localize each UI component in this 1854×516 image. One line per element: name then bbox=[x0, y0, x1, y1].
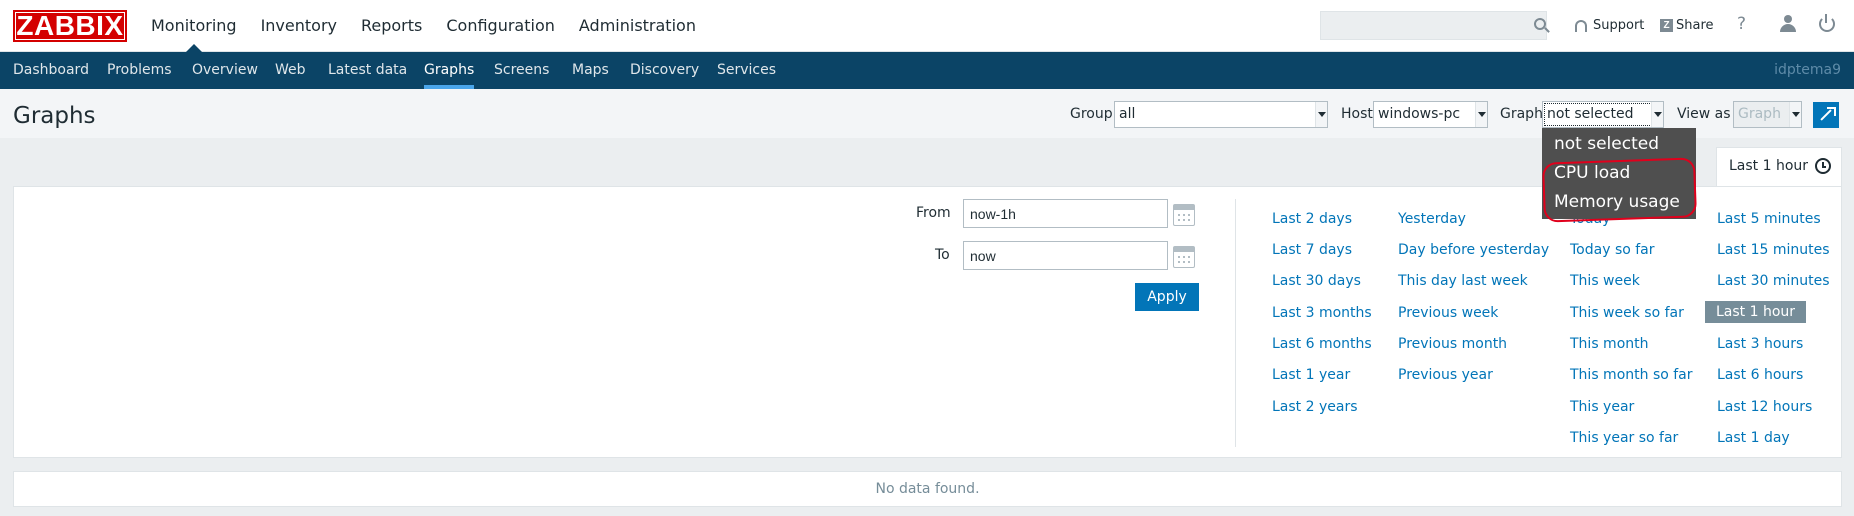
calendar-icon[interactable] bbox=[1173, 246, 1195, 268]
quick-range-link[interactable]: Previous year bbox=[1398, 367, 1493, 383]
subnav-services[interactable]: Services bbox=[717, 52, 776, 89]
subnav-screens[interactable]: Screens bbox=[494, 52, 549, 89]
user-profile-icon[interactable] bbox=[1780, 15, 1796, 33]
chevron-down-icon bbox=[1789, 102, 1801, 127]
quick-range-link[interactable]: Previous week bbox=[1398, 305, 1498, 321]
panel-divider bbox=[1235, 199, 1236, 447]
quick-range-link[interactable]: Last 3 months bbox=[1272, 305, 1372, 321]
quick-range-link[interactable]: This year bbox=[1570, 399, 1634, 415]
to-label: To bbox=[935, 247, 950, 263]
quick-range-link[interactable]: This week bbox=[1570, 273, 1640, 289]
chevron-down-icon bbox=[1475, 102, 1487, 127]
zabbix-logo[interactable]: ZABBIX bbox=[13, 10, 127, 42]
quick-range-link[interactable]: Last 2 years bbox=[1272, 399, 1358, 415]
subnav-problems[interactable]: Problems bbox=[107, 52, 172, 89]
to-input[interactable] bbox=[963, 241, 1168, 270]
quick-range-link[interactable]: Last 1 day bbox=[1717, 430, 1790, 446]
graph-dropdown-list: not selected CPU load Memory usage bbox=[1542, 128, 1696, 219]
share-label: Share bbox=[1676, 18, 1714, 33]
time-tab-label: Last 1 hour bbox=[1729, 158, 1809, 174]
subnav-maps[interactable]: Maps bbox=[572, 52, 609, 89]
quick-range-link[interactable]: Day before yesterday bbox=[1398, 242, 1549, 258]
quick-range-link[interactable]: Last 7 days bbox=[1272, 242, 1352, 258]
sign-out-icon[interactable] bbox=[1819, 14, 1835, 32]
group-select[interactable]: all bbox=[1114, 101, 1328, 128]
quick-range-link[interactable]: Today so far bbox=[1570, 242, 1655, 258]
menu-inventory[interactable]: Inventory bbox=[261, 0, 337, 52]
graph-select[interactable]: not selected bbox=[1542, 101, 1664, 128]
from-input[interactable] bbox=[963, 199, 1168, 228]
graph-option-not-selected[interactable]: not selected bbox=[1542, 130, 1696, 159]
quick-range-link[interactable]: This day last week bbox=[1398, 273, 1528, 289]
top-header: ZABBIX Monitoring Inventory Reports Conf… bbox=[0, 0, 1854, 53]
quick-range-link[interactable]: Last 15 minutes bbox=[1717, 242, 1830, 258]
search-input[interactable] bbox=[1320, 11, 1547, 40]
quick-range-link[interactable]: Previous month bbox=[1398, 336, 1507, 352]
share-link[interactable]: Z Share bbox=[1660, 18, 1714, 33]
graph-label: Graph bbox=[1500, 106, 1543, 122]
subnav-dashboard[interactable]: Dashboard bbox=[13, 52, 89, 89]
clock-icon bbox=[1815, 158, 1831, 174]
subnav-web[interactable]: Web bbox=[275, 52, 306, 89]
quick-range-link[interactable]: Last 30 days bbox=[1272, 273, 1361, 289]
chevron-down-icon bbox=[1651, 102, 1663, 127]
quick-range-link[interactable]: Last 2 days bbox=[1272, 211, 1352, 227]
quick-range-link[interactable]: This month bbox=[1570, 336, 1649, 352]
apply-button[interactable]: Apply bbox=[1135, 283, 1199, 311]
quick-range-link[interactable]: Last 6 months bbox=[1272, 336, 1372, 352]
no-data-message: No data found. bbox=[13, 471, 1842, 507]
time-filter-panel: From To Apply Last 2 days Last 7 days La… bbox=[13, 186, 1842, 458]
group-label: Group bbox=[1070, 106, 1113, 122]
host-select-value: windows-pc bbox=[1378, 106, 1461, 122]
subnav-latest-data[interactable]: Latest data bbox=[328, 52, 407, 89]
quick-range-link[interactable]: Last 3 hours bbox=[1717, 336, 1803, 352]
quick-range-link[interactable]: Last 1 year bbox=[1272, 367, 1350, 383]
subnav-overview[interactable]: Overview bbox=[192, 52, 258, 89]
view-as-select[interactable]: Graph bbox=[1733, 101, 1802, 128]
time-filter-tab[interactable]: Last 1 hour bbox=[1716, 147, 1842, 187]
search-icon[interactable] bbox=[1534, 18, 1546, 30]
username-label: idptema9 bbox=[1774, 62, 1841, 78]
quick-range-link-selected[interactable]: Last 1 hour bbox=[1705, 301, 1807, 323]
menu-reports[interactable]: Reports bbox=[361, 0, 422, 52]
subnav-graphs[interactable]: Graphs bbox=[424, 52, 475, 89]
headset-icon bbox=[1575, 19, 1587, 32]
help-icon[interactable]: ? bbox=[1737, 14, 1746, 34]
main-menu: Monitoring Inventory Reports Configurati… bbox=[151, 0, 720, 53]
quick-range-link[interactable]: Last 30 minutes bbox=[1717, 273, 1830, 289]
support-link[interactable]: Support bbox=[1575, 18, 1644, 33]
zabbix-share-icon: Z bbox=[1660, 19, 1673, 32]
group-select-value: all bbox=[1119, 106, 1136, 122]
quick-range-link[interactable]: Yesterday bbox=[1398, 211, 1466, 227]
subnav-discovery[interactable]: Discovery bbox=[630, 52, 699, 89]
view-as-label: View as bbox=[1677, 106, 1731, 122]
quick-range-link[interactable]: Last 5 minutes bbox=[1717, 211, 1821, 227]
from-label: From bbox=[916, 205, 951, 221]
page-title: Graphs bbox=[13, 103, 96, 129]
support-label: Support bbox=[1593, 18, 1645, 33]
view-as-select-value: Graph bbox=[1738, 106, 1781, 122]
fullscreen-button[interactable] bbox=[1813, 102, 1839, 128]
graph-select-value: not selected bbox=[1547, 106, 1634, 122]
chevron-down-icon bbox=[1315, 102, 1327, 127]
menu-monitoring[interactable]: Monitoring bbox=[151, 0, 237, 53]
menu-administration[interactable]: Administration bbox=[579, 0, 696, 52]
calendar-icon[interactable] bbox=[1173, 204, 1195, 226]
quick-range-link[interactable]: Last 6 hours bbox=[1717, 367, 1803, 383]
host-label: Host bbox=[1341, 106, 1373, 122]
quick-range-link[interactable]: Last 12 hours bbox=[1717, 399, 1812, 415]
quick-range-link[interactable]: This year so far bbox=[1570, 430, 1678, 446]
host-select[interactable]: windows-pc bbox=[1373, 101, 1488, 128]
graph-option-cpu-load[interactable]: CPU load bbox=[1542, 159, 1696, 188]
quick-range-link[interactable]: This month so far bbox=[1570, 367, 1693, 383]
sub-navigation: Dashboard Problems Overview Web Latest d… bbox=[0, 52, 1854, 89]
menu-configuration[interactable]: Configuration bbox=[446, 0, 555, 52]
graph-option-memory-usage[interactable]: Memory usage bbox=[1542, 188, 1696, 217]
quick-range-link[interactable]: This week so far bbox=[1570, 305, 1684, 321]
